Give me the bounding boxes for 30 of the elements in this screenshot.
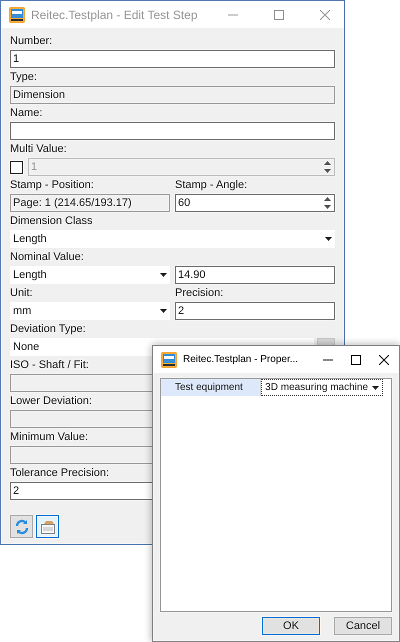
field-value: Page: 1 (214.65/193.17): [13, 196, 132, 211]
field-label: Unit:: [10, 286, 33, 302]
field-value: Length: [13, 268, 47, 283]
field-label: Nominal Value:: [10, 250, 84, 266]
window-title: Reitec.Testplan - Proper...: [183, 353, 298, 367]
field-value: 2: [13, 484, 20, 499]
field-label: Precision:: [175, 286, 224, 302]
field-value: None: [13, 340, 40, 355]
field-value: Dimension: [13, 88, 65, 103]
field-value: Length: [13, 232, 47, 247]
field-value: 60: [178, 196, 190, 211]
field-label: Tolerance Precision:: [10, 466, 110, 482]
field-value: 14.90: [178, 268, 206, 283]
window-title: Reitec.Testplan - Edit Test Step: [31, 6, 198, 24]
field-label: Stamp - Position:: [10, 178, 94, 194]
field-label: Type:: [10, 70, 37, 86]
field-label: Name:: [10, 106, 42, 122]
field-value: 1: [13, 52, 20, 67]
field-value: 2: [178, 304, 184, 319]
field-value: 1: [31, 160, 38, 175]
field-label: Multi Value:: [10, 142, 67, 158]
field-label: Number:: [10, 34, 52, 50]
property-value: 3D measuring machine: [265, 381, 368, 395]
field-label: Dimension Class: [10, 214, 93, 230]
field-label: Lower Deviation:: [10, 394, 92, 410]
field-label: Stamp - Angle:: [175, 178, 248, 194]
field-value: mm: [13, 304, 32, 319]
field-label: Minimum Value:: [10, 430, 88, 446]
field-label: Deviation Type:: [10, 322, 86, 338]
field-label: ISO - Shaft / Fit:: [10, 358, 89, 374]
